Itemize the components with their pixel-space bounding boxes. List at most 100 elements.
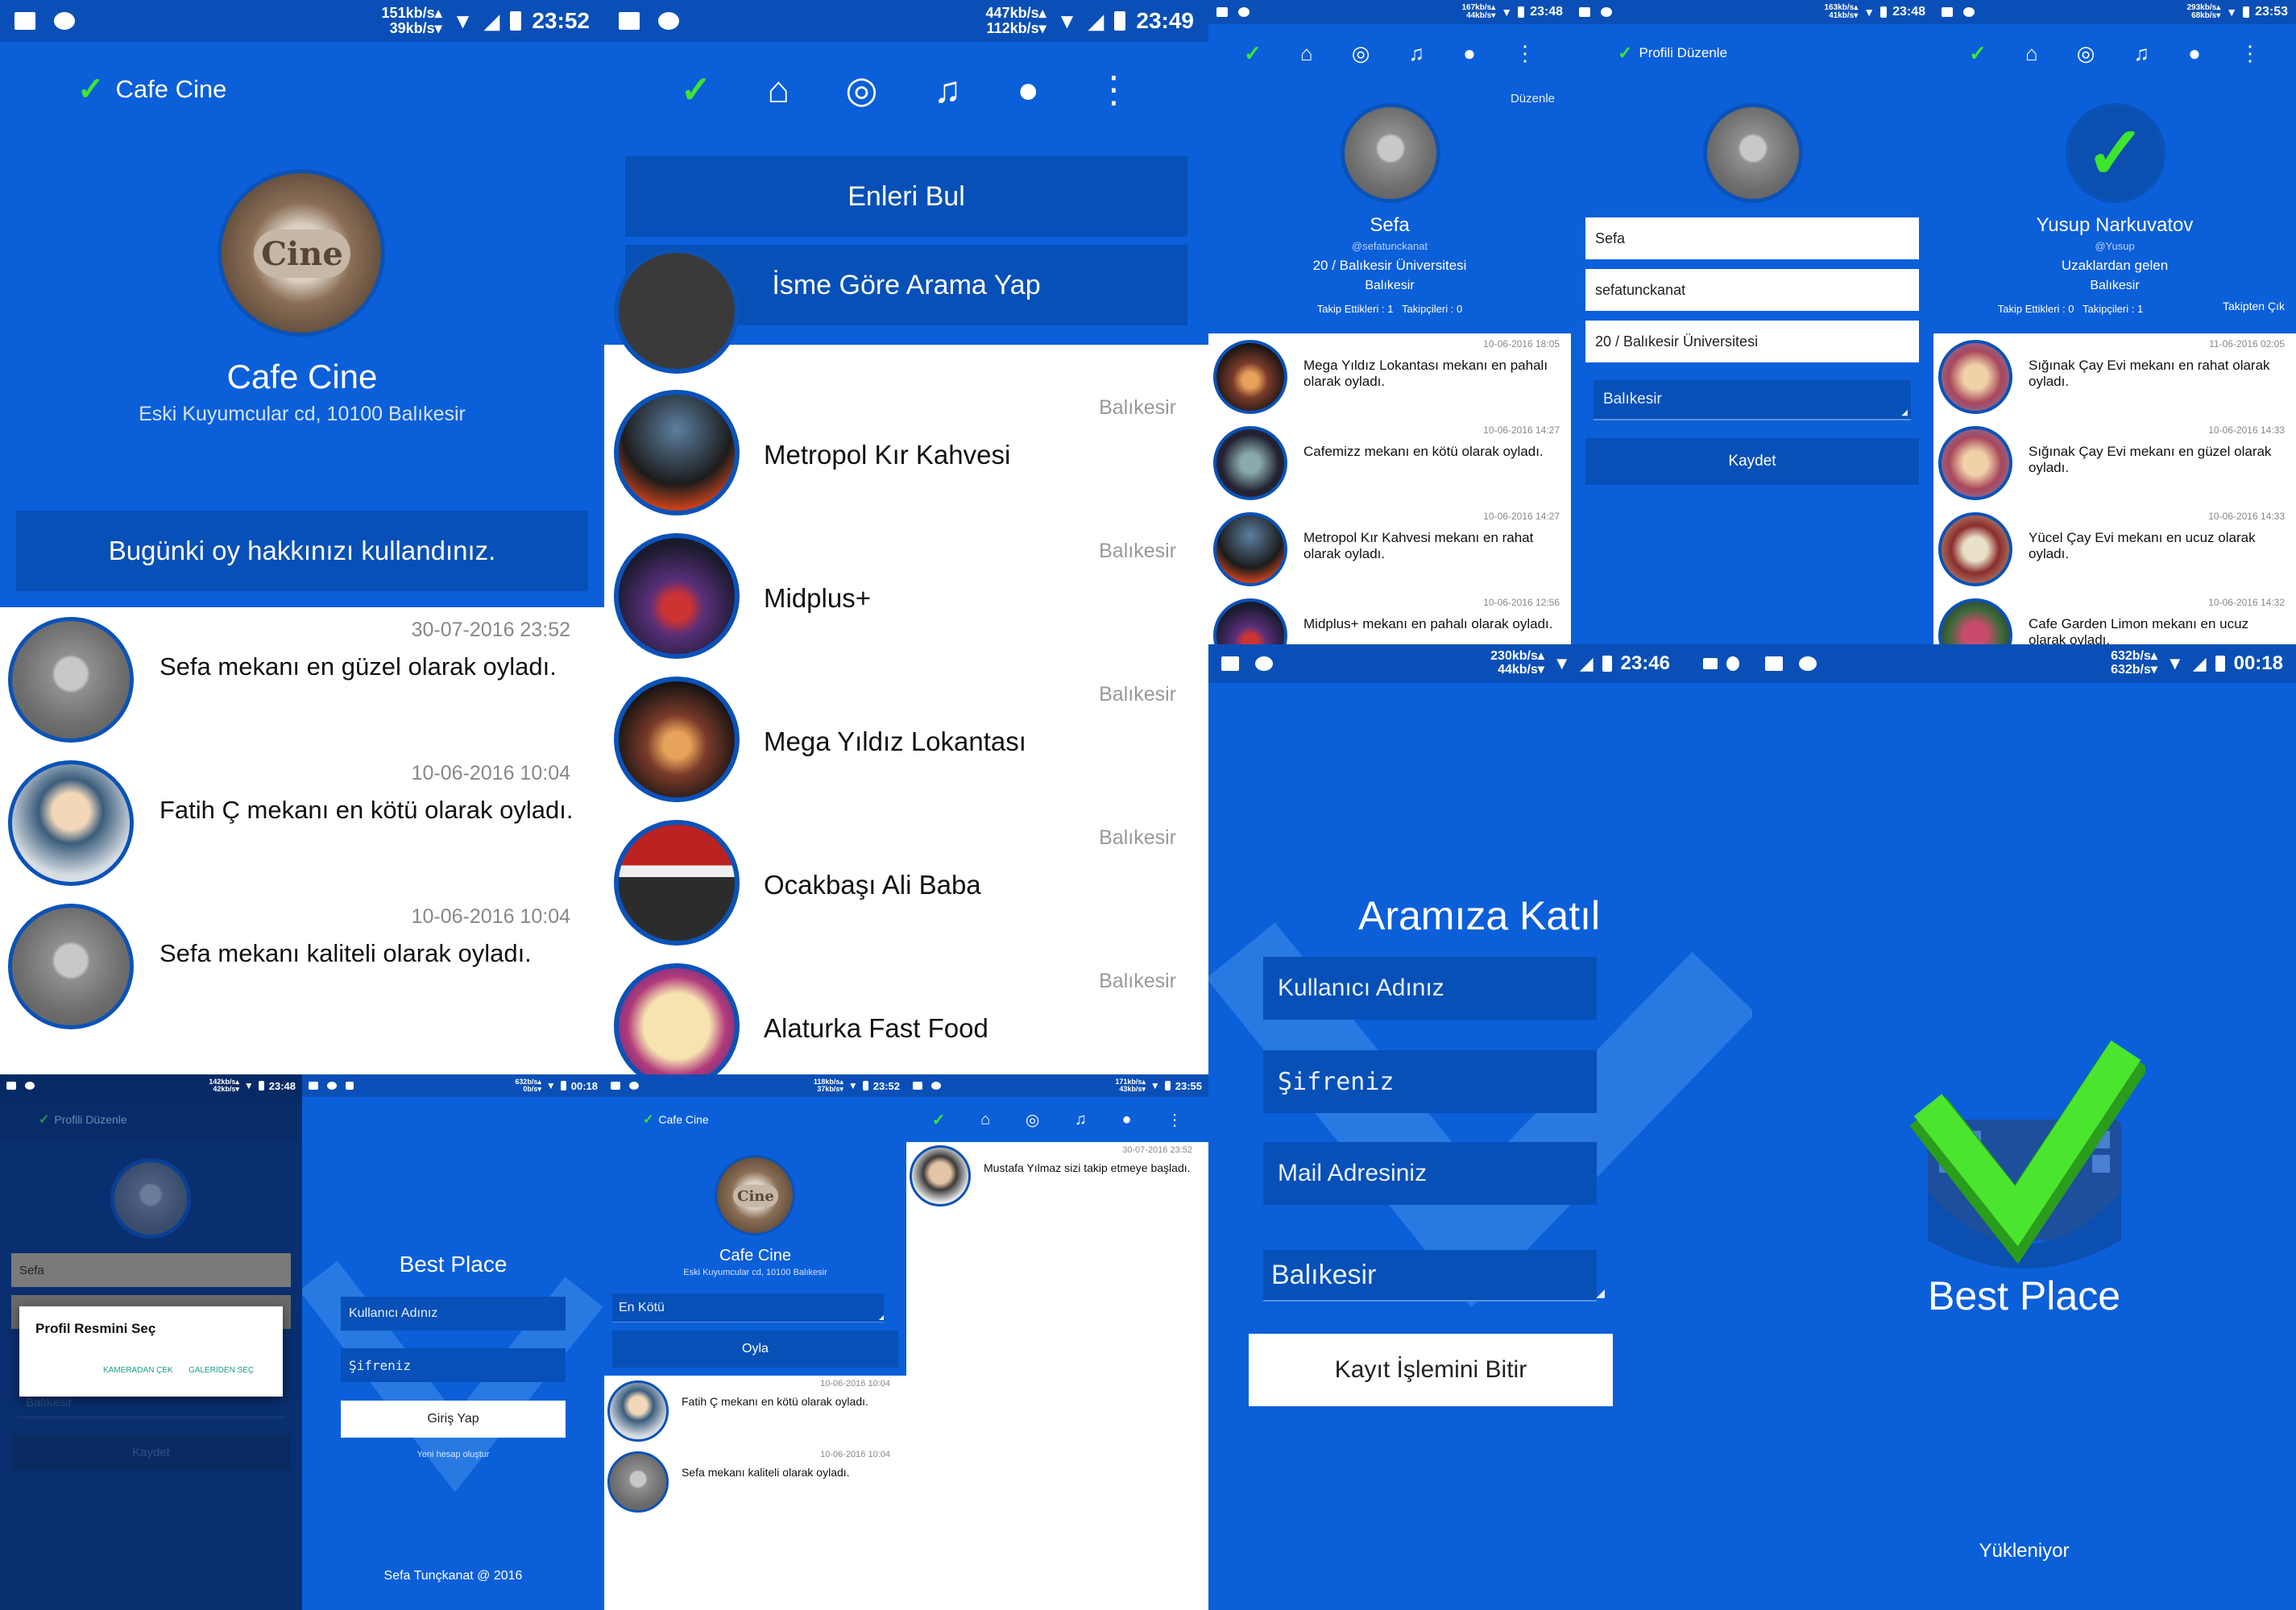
finish-register-button[interactable]: Kayıt İşlemini Bitir (1249, 1334, 1613, 1406)
user-avatar (607, 1380, 669, 1442)
save-button[interactable]: Kaydet (11, 1434, 291, 1471)
feed-item[interactable]: 10-06-2016 14:33 Sığınak Çay Evi mekanı … (1933, 420, 2296, 506)
background-check-icon (302, 1260, 603, 1492)
bell-icon[interactable]: ♫ (1409, 41, 1425, 66)
compass-icon[interactable]: ◎ (1026, 1110, 1039, 1130)
place-item[interactable]: Balıkesir Ocakbaşı Ali Baba (604, 812, 1208, 955)
city-select[interactable]: Balıkesir ◢ (1594, 380, 1911, 420)
feed-item[interactable]: 30-07-2016 23:52 Sefa mekanı en güzel ol… (0, 607, 604, 751)
net-speed-down: 68kb/s▾ (2191, 11, 2221, 20)
place-thumbnail (1938, 426, 2012, 500)
compass-icon[interactable]: ◎ (2077, 41, 2095, 66)
dropdown-corner-icon: ◢ (1901, 408, 1908, 417)
feed-item[interactable]: 10-06-2016 10:04 Sefa mekanı kaliteli ol… (0, 894, 604, 1037)
android-icon (54, 12, 76, 30)
notification-date: 30-07-2016 23:52 (1122, 1145, 1192, 1155)
username-input[interactable]: Kullanıcı Adınız (1263, 957, 1597, 1020)
feed-item[interactable]: 10-06-2016 12:56 Midplus+ mekanı en paha… (1208, 592, 1571, 644)
feed-item[interactable]: 10-06-2016 10:04 Fatih Ç mekanı en kötü … (604, 1376, 906, 1447)
wifi-icon: ▼ (2226, 6, 2238, 19)
bell-icon[interactable]: ♫ (2134, 41, 2150, 66)
email-input[interactable]: Mail Adresiniz (1263, 1142, 1597, 1205)
profile-icon[interactable]: ● (1121, 1111, 1131, 1129)
save-button[interactable]: Kaydet (1585, 438, 1919, 485)
notification-item[interactable]: 30-07-2016 23:52 Mustafa Yılmaz sizi tak… (906, 1142, 1208, 1215)
app-logo-icon[interactable]: ✓ (932, 1110, 946, 1130)
follow-stats: Takip Ettikleri : 0 Takipçileri : 1 (1997, 303, 2144, 315)
home-icon[interactable]: ⌂ (1300, 41, 1313, 66)
profile-icon[interactable]: ● (2188, 41, 2201, 66)
app-logo-icon[interactable]: ✓ (39, 1111, 49, 1128)
city-select[interactable]: Balıkesir ◢ (1263, 1250, 1605, 1302)
overflow-menu-icon[interactable]: ⋮ (1515, 41, 1536, 66)
profile-photo[interactable] (1703, 103, 1803, 203)
user-avatar: ✓ (2066, 103, 2165, 203)
feed-item[interactable]: 10-06-2016 14:33 Yücel Çay Evi mekanı en… (1933, 506, 2296, 592)
place-item[interactable]: Balıkesir Metropol Kır Kahvesi (604, 382, 1208, 525)
image-icon (1765, 656, 1783, 671)
home-icon[interactable]: ⌂ (980, 1111, 990, 1129)
vote-button[interactable]: Oyla (612, 1331, 898, 1368)
place-name: Midplus+ (764, 583, 871, 613)
username-field[interactable]: sefatunckanat (1585, 269, 1919, 311)
profile-icon[interactable]: ● (1463, 41, 1476, 66)
home-icon[interactable]: ⌂ (767, 68, 790, 111)
unfollow-button[interactable]: Takipten Çık (2223, 300, 2285, 312)
name-field[interactable]: Sefa (1585, 217, 1919, 259)
android-icon (658, 12, 680, 30)
login-button[interactable]: Giriş Yap (341, 1401, 566, 1438)
home-icon[interactable]: ⌂ (2025, 41, 2038, 66)
feed-item[interactable]: 10-06-2016 18:05 Mega Yıldız Lokantası m… (1208, 333, 1571, 420)
bell-icon[interactable]: ♫ (1075, 1111, 1087, 1129)
place-item[interactable]: Balıkesir Mega Yıldız Lokantası (604, 668, 1208, 812)
feed-item[interactable]: 10-06-2016 14:27 Metropol Kır Kahvesi me… (1208, 506, 1571, 592)
place-thumbnail (1213, 512, 1287, 586)
edit-link[interactable]: Düzenle (1511, 92, 1555, 106)
password-input[interactable]: Şifreniz (1263, 1050, 1597, 1113)
place-item[interactable]: Balıkesir Midplus+ (604, 525, 1208, 668)
name-field[interactable]: Sefa (11, 1253, 291, 1287)
find-best-button[interactable]: Enleri Bul (625, 156, 1187, 237)
overflow-menu-icon[interactable]: ⋮ (1167, 1110, 1183, 1130)
feed-text: Metropol Kır Kahvesi mekanı en rahat ola… (1303, 530, 1534, 561)
feed-item[interactable]: 10-06-2016 10:04 Fatih Ç mekanı en kötü … (0, 751, 604, 894)
compass-icon[interactable]: ◎ (845, 68, 877, 111)
app-logo-icon[interactable]: ✓ (77, 71, 105, 108)
vote-used-button[interactable]: Bugünki oy hakkınızı kullandınız. (16, 511, 588, 591)
app-logo-icon[interactable]: ✓ (1244, 41, 1262, 66)
feed-item[interactable]: 10-06-2016 14:32 Cafe Garden Limon mekan… (1933, 592, 2296, 644)
bell-icon[interactable]: ♫ (934, 68, 962, 111)
place-city: Balıkesir (1099, 970, 1176, 992)
android-icon (930, 1082, 941, 1090)
user-avatar (8, 760, 134, 886)
place-header: Cine Cafe Cine Eski Kuyumcular cd, 10100… (604, 1142, 906, 1376)
compass-icon[interactable]: ◎ (1352, 41, 1370, 66)
net-speed-down: 39kb/s▾ (389, 20, 442, 36)
app-logo-icon[interactable]: ✓ (1969, 41, 1987, 66)
gallery-button[interactable]: GALERİDEN SEÇ (189, 1366, 254, 1375)
app-logo-icon[interactable]: ✓ (681, 68, 712, 111)
create-account-link[interactable]: Yeni hesap oluştur (302, 1450, 604, 1459)
battery-icon (1518, 6, 1525, 18)
school-field[interactable]: 20 / Balıkesir Üniversitesi (1585, 321, 1919, 362)
net-speed-up: 151kb/s▴ (381, 5, 442, 22)
feed-text: Sefa mekanı kaliteli olarak oyladı. (682, 1466, 850, 1479)
username-input[interactable]: Kullanıcı Adınız (341, 1297, 566, 1331)
camera-button[interactable]: KAMERADAN ÇEK (103, 1366, 173, 1375)
signal-icon: ◢ (2192, 653, 2207, 673)
app-logo-icon[interactable]: ✓ (643, 1111, 653, 1128)
feed-item[interactable]: 10-06-2016 10:04 Sefa mekanı kaliteli ol… (604, 1447, 906, 1517)
status-bar: 447kb/s▴ 112kb/s▾ ▼ ◢ 23:49 (604, 0, 1208, 42)
place-item[interactable]: Balıkesir Alaturka Fast Food (604, 955, 1208, 1074)
profile-photo[interactable] (110, 1158, 191, 1239)
profile-icon[interactable]: ● (1017, 68, 1039, 111)
vote-option-select[interactable]: En Kötü ◢ (612, 1293, 884, 1322)
overflow-menu-icon[interactable]: ⋮ (2240, 41, 2261, 66)
battery-icon (510, 11, 522, 31)
feed-item[interactable]: 10-06-2016 14:27 Cafemizz mekanı en kötü… (1208, 420, 1571, 506)
app-logo-icon[interactable]: ✓ (1618, 43, 1632, 64)
image-icon (913, 1082, 922, 1090)
overflow-menu-icon[interactable]: ⋮ (1095, 68, 1132, 111)
password-input[interactable]: Şifreniz (341, 1348, 566, 1382)
feed-item[interactable]: 11-06-2016 02:05 Sığınak Çay Evi mekanı … (1933, 333, 2296, 420)
